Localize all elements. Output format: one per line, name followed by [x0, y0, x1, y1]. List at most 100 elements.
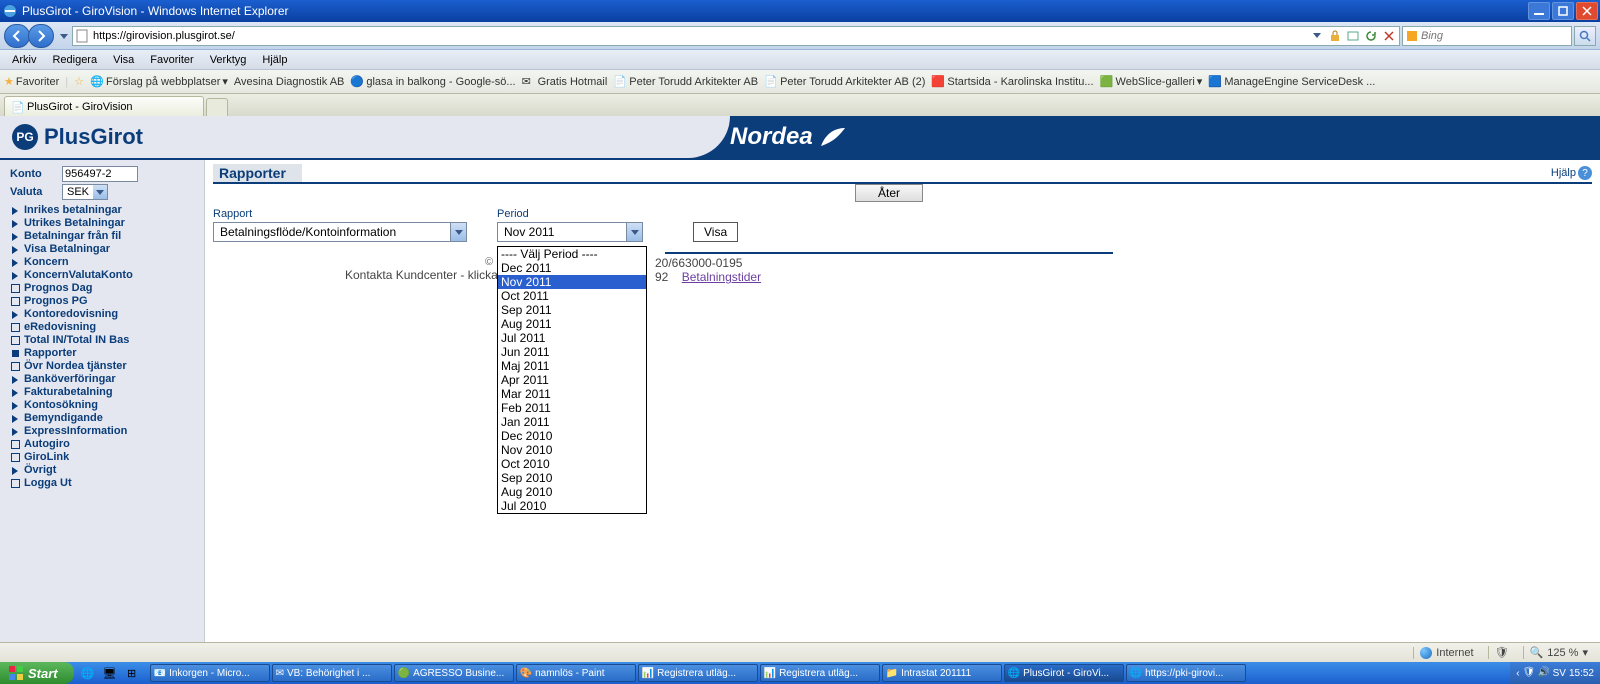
task-button[interactable]: 📁Intrastat 201111 [882, 664, 1002, 682]
tray-icon[interactable]: 🔊 [1538, 667, 1550, 679]
fav-link-3[interactable]: ✉Gratis Hotmail [522, 75, 608, 89]
menu-favoriter[interactable]: Favoriter [142, 52, 201, 68]
url-input[interactable] [91, 29, 1309, 43]
sidebar-item[interactable]: ExpressInformation [10, 425, 198, 438]
task-button[interactable]: 🎨namnlös - Paint [516, 664, 636, 682]
sidebar-item[interactable]: Kontoredovisning [10, 308, 198, 321]
dropdown-option[interactable]: Apr 2011 [498, 373, 646, 387]
task-button[interactable]: 🌐PlusGirot - GiroVi... [1004, 664, 1124, 682]
nav-forward-button[interactable] [28, 24, 54, 48]
window-close[interactable] [1576, 2, 1598, 20]
clock[interactable]: 15:52 [1569, 668, 1594, 679]
fav-link-0[interactable]: 🌐Förslag på webbplatser ▾ [90, 75, 228, 89]
sidebar-item[interactable]: Betalningar från fil [10, 230, 198, 243]
menu-redigera[interactable]: Redigera [44, 52, 105, 68]
nav-history-dropdown[interactable] [58, 24, 70, 48]
window-minimize[interactable] [1528, 2, 1550, 20]
search-input[interactable] [1419, 29, 1569, 43]
sidebar-item[interactable]: KoncernValutaKonto [10, 269, 198, 282]
visa-button[interactable]: Visa [693, 222, 738, 242]
dropdown-option[interactable]: Nov 2010 [498, 443, 646, 457]
dropdown-option[interactable]: Jul 2010 [498, 499, 646, 513]
window-maximize[interactable] [1552, 2, 1574, 20]
tab-active[interactable]: 📄 PlusGirot - GiroVision [4, 96, 204, 116]
fav-link-1[interactable]: Avesina Diagnostik AB [234, 76, 344, 88]
task-button[interactable]: 🟢AGRESSO Busine... [394, 664, 514, 682]
sidebar-item[interactable]: Kontosökning [10, 399, 198, 412]
sidebar-item[interactable]: Autogiro [10, 438, 198, 451]
sidebar-item[interactable]: Koncern [10, 256, 198, 269]
sidebar-item[interactable]: Prognos Dag [10, 282, 198, 295]
search-box[interactable] [1402, 26, 1572, 46]
start-button[interactable]: Start [0, 662, 74, 684]
task-button[interactable]: 📧Inkorgen - Micro... [150, 664, 270, 682]
compat-icon[interactable] [1345, 28, 1361, 44]
stop-icon[interactable] [1381, 28, 1397, 44]
valuta-select[interactable]: SEK [62, 184, 108, 200]
dropdown-option[interactable]: Jun 2011 [498, 345, 646, 359]
tray-expand-icon[interactable]: ‹ [1516, 668, 1519, 679]
fav-link-6[interactable]: 🟥Startsida - Karolinska Institu... [931, 75, 1093, 89]
refresh-icon[interactable] [1363, 28, 1379, 44]
sidebar-item[interactable]: Övr Nordea tjänster [10, 360, 198, 373]
dropdown-option[interactable]: Feb 2011 [498, 401, 646, 415]
period-dropdown-list[interactable]: ---- Välj Period ----Dec 2011Nov 2011Oct… [497, 246, 647, 514]
task-button[interactable]: 📊Registrera utläg... [760, 664, 880, 682]
sidebar-item[interactable]: Total IN/Total IN Bas [10, 334, 198, 347]
status-zone[interactable]: Internet [1413, 647, 1479, 659]
menu-arkiv[interactable]: Arkiv [4, 52, 44, 68]
dropdown-option[interactable]: Sep 2010 [498, 471, 646, 485]
lang-indicator[interactable]: SV [1553, 668, 1566, 679]
ql-ie-icon[interactable]: 🌐 [80, 665, 96, 681]
fav-link-8[interactable]: 🟦ManageEngine ServiceDesk ... [1208, 75, 1375, 89]
betalningstider-link[interactable]: Betalningstider [682, 270, 761, 284]
help-link[interactable]: Hjälp? [1551, 166, 1592, 180]
address-bar[interactable] [72, 26, 1400, 46]
dropdown-option[interactable]: Jan 2011 [498, 415, 646, 429]
menu-verktyg[interactable]: Verktyg [202, 52, 255, 68]
dropdown-option[interactable]: Sep 2011 [498, 303, 646, 317]
dropdown-option[interactable]: Oct 2010 [498, 457, 646, 471]
dropdown-option[interactable]: Dec 2010 [498, 429, 646, 443]
addr-dropdown[interactable] [1309, 28, 1325, 44]
sidebar-item[interactable]: Logga Ut [10, 477, 198, 490]
menu-hjalp[interactable]: Hjälp [254, 52, 295, 68]
dropdown-option[interactable]: Nov 2011 [498, 275, 646, 289]
new-tab-button[interactable] [206, 98, 228, 116]
zoom-level[interactable]: 🔍 125 % ▾ [1523, 646, 1594, 659]
sidebar-item[interactable]: Bemyndigande [10, 412, 198, 425]
rapport-select[interactable]: Betalningsflöde/Kontoinformation [213, 222, 467, 242]
dropdown-option[interactable]: Oct 2011 [498, 289, 646, 303]
sidebar-item[interactable]: Övrigt [10, 464, 198, 477]
sidebar-item[interactable]: eRedovisning [10, 321, 198, 334]
sidebar-item[interactable]: GiroLink [10, 451, 198, 464]
dropdown-option[interactable]: Aug 2010 [498, 485, 646, 499]
sidebar-item[interactable]: Banköverföringar [10, 373, 198, 386]
sidebar-item[interactable]: Prognos PG [10, 295, 198, 308]
dropdown-option[interactable]: Maj 2011 [498, 359, 646, 373]
back-button[interactable]: Åter [855, 184, 923, 202]
nav-back-button[interactable] [4, 24, 30, 48]
fav-link-4[interactable]: 📄Peter Torudd Arkitekter AB [613, 75, 758, 89]
dropdown-option[interactable]: ---- Välj Period ---- [498, 247, 646, 261]
dropdown-option[interactable]: Jul 2011 [498, 331, 646, 345]
sidebar-item[interactable]: Utrikes Betalningar [10, 217, 198, 230]
menu-visa[interactable]: Visa [105, 52, 142, 68]
sidebar-item[interactable]: Inrikes betalningar [10, 204, 198, 217]
ql-desktop-icon[interactable]: 🖥 [102, 665, 118, 681]
konto-input[interactable] [62, 166, 138, 182]
fav-link-2[interactable]: 🔵glasa in balkong - Google-sö... [350, 75, 515, 89]
dropdown-option[interactable]: Aug 2011 [498, 317, 646, 331]
fav-link-7[interactable]: 🟩WebSlice-galleri ▾ [1100, 75, 1203, 89]
sidebar-item[interactable]: Fakturabetalning [10, 386, 198, 399]
dropdown-option[interactable]: Mar 2011 [498, 387, 646, 401]
task-button[interactable]: 🌐https://pki-girovi... [1126, 664, 1246, 682]
task-button[interactable]: 📊Registrera utläg... [638, 664, 758, 682]
sidebar-item[interactable]: Rapporter [10, 347, 198, 360]
system-tray[interactable]: ‹ 🛡 🔊 SV 15:52 [1510, 662, 1600, 684]
fav-suggest[interactable]: ☆ [74, 75, 84, 88]
period-select[interactable]: Nov 2011 [497, 222, 643, 242]
favorites-button[interactable]: ★Favoriter [4, 75, 59, 88]
ql-app-icon[interactable]: ⊞ [124, 665, 140, 681]
fav-link-5[interactable]: 📄Peter Torudd Arkitekter AB (2) [764, 75, 925, 89]
